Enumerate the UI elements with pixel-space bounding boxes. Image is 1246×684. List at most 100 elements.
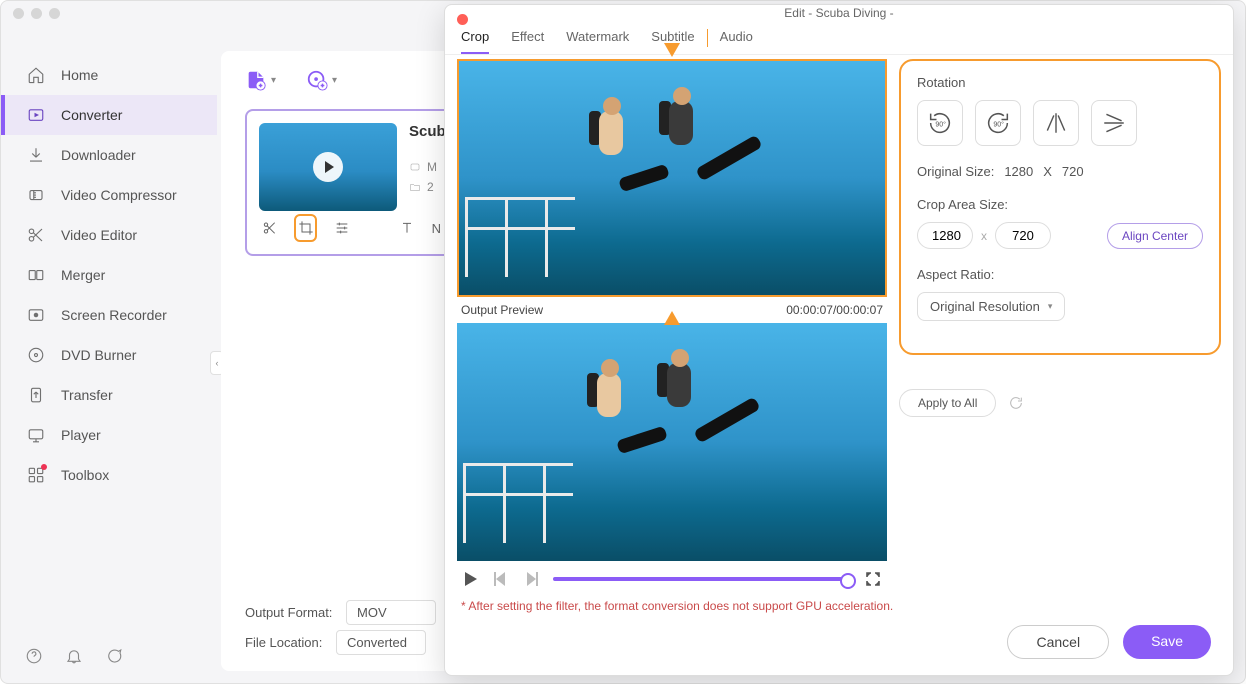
- cut-button[interactable]: [259, 214, 280, 242]
- sidebar-item-label: Toolbox: [61, 467, 109, 483]
- sidebar-item-merger[interactable]: Merger: [1, 255, 217, 295]
- sidebar-item-label: Screen Recorder: [61, 307, 167, 323]
- traffic-light-max[interactable]: [49, 8, 60, 19]
- tab-crop[interactable]: Crop: [461, 29, 489, 54]
- crop-settings-panel: Rotation 90° 90° Original Size: 1280 X 7…: [899, 59, 1221, 355]
- sidebar-item-editor[interactable]: Video Editor: [1, 215, 217, 255]
- sidebar-item-dvd[interactable]: DVD Burner: [1, 335, 217, 375]
- next-frame-button[interactable]: [523, 571, 539, 587]
- sidebar-item-label: Home: [61, 67, 98, 83]
- sidebar-item-recorder[interactable]: Screen Recorder: [1, 295, 217, 335]
- sidebar-item-downloader[interactable]: Downloader: [1, 135, 217, 175]
- disc-icon: [27, 346, 45, 364]
- chevron-down-icon: ▾: [332, 75, 337, 86]
- modal-title-text: Edit - Scuba Diving -: [784, 6, 893, 20]
- prev-frame-button[interactable]: [493, 571, 509, 587]
- chevron-down-icon: ▾: [271, 75, 276, 86]
- edit-tabs: Crop Effect Watermark Subtitle Audio: [445, 21, 1233, 55]
- save-button[interactable]: Save: [1123, 625, 1211, 659]
- sidebar-item-transfer[interactable]: Transfer: [1, 375, 217, 415]
- player-icon: [27, 426, 45, 444]
- video-thumbnail[interactable]: [259, 123, 397, 211]
- sidebar-item-compressor[interactable]: Video Compressor: [1, 175, 217, 215]
- apply-to-all-button[interactable]: Apply to All: [899, 389, 996, 417]
- sidebar-item-label: Downloader: [61, 147, 136, 163]
- crop-height-input[interactable]: 720: [995, 222, 1051, 249]
- video-title: Scub: [409, 123, 441, 140]
- play-icon: [313, 152, 343, 182]
- tab-watermark[interactable]: Watermark: [566, 29, 629, 54]
- sidebar-item-player[interactable]: Player: [1, 415, 217, 455]
- text-button[interactable]: [396, 214, 417, 242]
- text-label: N: [432, 221, 441, 236]
- sidebar-item-label: Video Editor: [61, 227, 137, 243]
- scissors-icon: [27, 226, 45, 244]
- flip-horizontal-button[interactable]: [1033, 100, 1079, 146]
- tab-audio[interactable]: Audio: [720, 29, 753, 54]
- notification-dot: [41, 464, 47, 470]
- play-button[interactable]: [463, 571, 479, 587]
- reset-icon[interactable]: [1008, 395, 1024, 411]
- add-file-button[interactable]: ▾: [245, 69, 276, 91]
- modal-close-button[interactable]: [457, 14, 468, 25]
- toolbox-icon: [27, 466, 45, 484]
- preview-image: [459, 61, 885, 295]
- sidebar-item-label: Video Compressor: [61, 187, 177, 203]
- crop-size-label: Crop Area Size:: [917, 197, 1203, 212]
- crop-preview[interactable]: [457, 59, 887, 297]
- crop-button[interactable]: [294, 214, 317, 242]
- sidebar-item-toolbox[interactable]: Toolbox: [1, 455, 217, 495]
- compress-icon: [27, 186, 45, 204]
- sidebar-item-converter[interactable]: Converter: [1, 95, 217, 135]
- flip-vertical-button[interactable]: [1091, 100, 1137, 146]
- footer-icons: [25, 647, 123, 665]
- rotate-ccw-button[interactable]: 90°: [917, 100, 963, 146]
- player-controls: [457, 561, 887, 597]
- output-preview: [457, 323, 887, 561]
- aspect-ratio-label: Aspect Ratio:: [917, 267, 1203, 282]
- file-location-select[interactable]: Converted: [336, 630, 426, 655]
- aspect-ratio-select[interactable]: Original Resolution ▾: [917, 292, 1065, 321]
- adjust-button[interactable]: [331, 214, 352, 242]
- original-size-row: Original Size: 1280 X 720: [917, 164, 1203, 179]
- sidebar-item-label: Converter: [61, 107, 122, 123]
- bell-icon[interactable]: [65, 647, 83, 665]
- tab-highlight-marker: [707, 29, 708, 47]
- edit-modal: Edit - Scuba Diving - Crop Effect Waterm…: [444, 4, 1234, 676]
- fullscreen-button[interactable]: [865, 571, 881, 587]
- modal-titlebar: Edit - Scuba Diving -: [445, 5, 1233, 21]
- crop-width-input[interactable]: 1280: [917, 222, 973, 249]
- output-format-select[interactable]: MOV: [346, 600, 436, 625]
- sidebar-item-label: Transfer: [61, 387, 113, 403]
- tab-effect[interactable]: Effect: [511, 29, 544, 54]
- sidebar-item-label: DVD Burner: [61, 347, 136, 363]
- merge-icon: [27, 266, 45, 284]
- home-icon: [27, 66, 45, 84]
- chat-icon[interactable]: [105, 647, 123, 665]
- svg-text:90°: 90°: [935, 121, 946, 129]
- x-separator: x: [981, 229, 987, 243]
- seek-slider[interactable]: [553, 577, 851, 581]
- add-disc-button[interactable]: ▾: [306, 69, 337, 91]
- settings-column: Rotation 90° 90° Original Size: 1280 X 7…: [899, 59, 1221, 597]
- arrow-top-icon: [664, 43, 680, 57]
- rotation-label: Rotation: [917, 75, 1203, 90]
- card-actions: N: [259, 214, 441, 242]
- gpu-warning-text: * After setting the filter, the format c…: [445, 597, 1233, 615]
- align-center-button[interactable]: Align Center: [1107, 223, 1203, 249]
- traffic-light-close[interactable]: [13, 8, 24, 19]
- transfer-icon: [27, 386, 45, 404]
- cancel-button[interactable]: Cancel: [1007, 625, 1109, 659]
- sidebar-item-label: Merger: [61, 267, 105, 283]
- video-card[interactable]: Scub M 2 N: [245, 109, 455, 256]
- output-format-row: Output Format: MOV: [245, 600, 436, 625]
- rotate-cw-button[interactable]: 90°: [975, 100, 1021, 146]
- traffic-light-min[interactable]: [31, 8, 42, 19]
- sidebar-item-label: Player: [61, 427, 101, 443]
- video-meta-format: M: [409, 160, 441, 174]
- sidebar-item-home[interactable]: Home: [1, 55, 217, 95]
- modal-footer: Cancel Save: [445, 615, 1233, 675]
- converter-icon: [27, 106, 45, 124]
- help-icon[interactable]: [25, 647, 43, 665]
- svg-text:90°: 90°: [993, 121, 1004, 129]
